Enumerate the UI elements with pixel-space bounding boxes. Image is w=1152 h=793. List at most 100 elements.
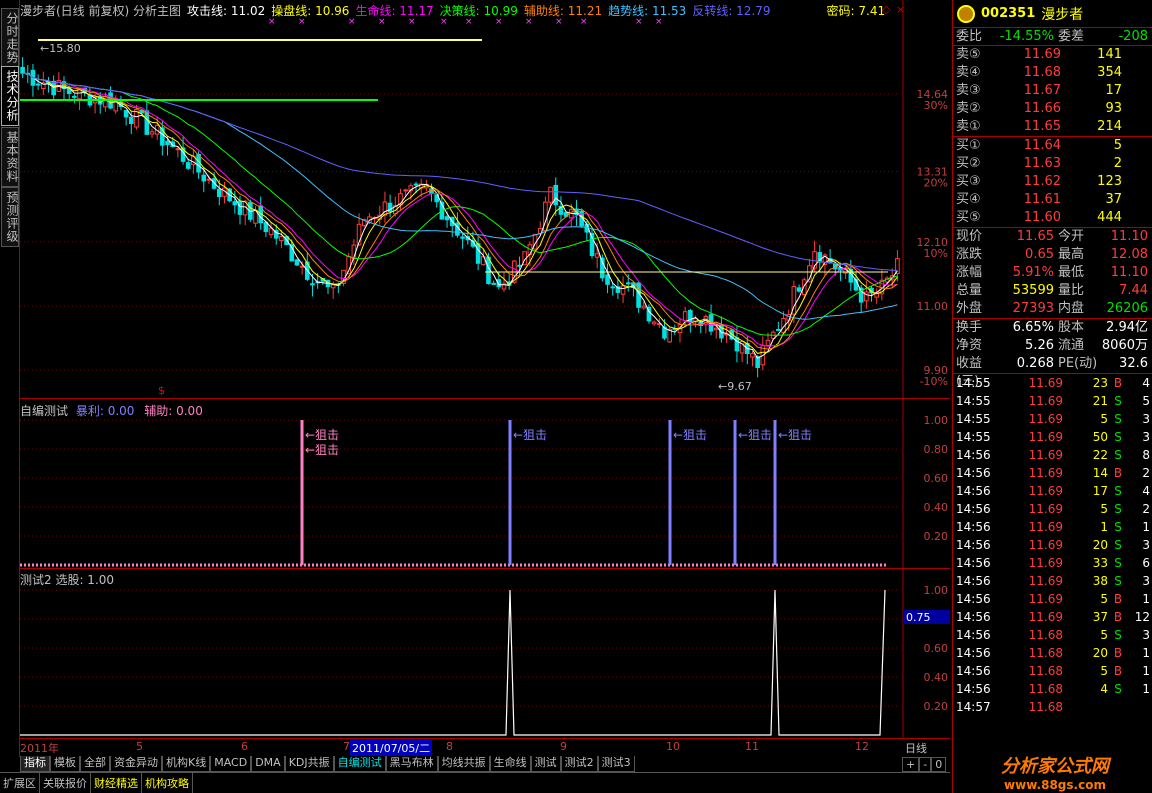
tick-cell: 11.68 <box>1028 628 1063 642</box>
tick-cell: 14:55 <box>956 394 991 408</box>
signal-label: ←狙击 <box>513 428 547 442</box>
x-tick-label: 10 <box>666 740 680 753</box>
x-axis: 2011年 5 6 7 8 9 10 11 12 2011/07/05/二 <box>20 740 950 756</box>
order-size: 354 <box>1097 65 1122 80</box>
tick-cell: 20 <box>1092 538 1108 552</box>
signal-label: ←狙击 <box>673 428 707 442</box>
tick-cell: 11.68 <box>1028 664 1063 678</box>
main-chart-header: 漫步者(日线 前复权) 分析主图 攻击线: 11.02 操盘线: 10.96 生命线:… <box>20 2 891 18</box>
tab-全部[interactable]: 全部 <box>80 756 110 772</box>
order-label: 买③ <box>956 174 981 189</box>
order-row: 卖③ 11.67 17 <box>956 82 1152 100</box>
tick-cell: 11.68 <box>1028 682 1063 696</box>
tick-cell: 11.69 <box>1028 556 1063 570</box>
order-label: 卖③ <box>956 83 981 98</box>
stat-label: 收益(三) <box>956 356 983 389</box>
tick-cell <box>1063 698 1108 716</box>
candle-body <box>201 174 207 182</box>
zoom-button[interactable]: 0 <box>931 757 947 772</box>
moving-average-line <box>22 72 898 336</box>
tab-黑马布林[interactable]: 黑马布林 <box>385 756 438 772</box>
order-price: 11.67 <box>1023 83 1061 98</box>
tick-cell: S <box>1114 556 1122 570</box>
quote-panel: 002351 漫步者 委比 -14.55% 委差 -208 卖⑤ 11.69 141… <box>952 0 1152 793</box>
candle-body <box>548 186 553 203</box>
x-tick-label: 7 <box>343 740 350 753</box>
chart-title: 漫步者(日线 前复权) 分析主图 <box>20 4 181 18</box>
tick-cell: 37 <box>1092 610 1108 624</box>
tab-KDJ共振[interactable]: KDJ共振 <box>284 756 334 772</box>
tab-测试[interactable]: 测试 <box>530 756 561 772</box>
bottom-tab[interactable]: 机构攻略 <box>142 773 193 793</box>
stat-label: 涨跌 <box>956 247 983 262</box>
tick-cell: 11.69 <box>1028 412 1063 426</box>
signal-marker: × <box>655 17 663 27</box>
tab-测试3[interactable]: 测试3 <box>597 756 635 772</box>
tick-row: 14:55 11.69 21 S 5 <box>956 392 1152 410</box>
tick-row: 14:56 11.69 14 B 2 <box>956 464 1152 482</box>
indicator1-chart[interactable]: 1.000.800.600.400.20←狙击←狙击←狙击 ←狙击 ←狙击 ←狙击 <box>20 399 950 569</box>
tab-MACD[interactable]: MACD <box>210 756 252 772</box>
chart-area[interactable]: 14.64 30% 13.31 20% 12.10 10% 11.00 9.90 -10% ←15… <box>20 0 950 756</box>
tick-row: 14:57 11.68 <box>956 698 1152 716</box>
tick-row: 14:56 11.69 5 B 1 <box>956 590 1152 608</box>
tab-自编测试[interactable]: 自编测试 <box>333 756 386 772</box>
tick-cell: 3 <box>1142 538 1150 552</box>
order-size: 2 <box>1113 156 1122 171</box>
tab-均线共振[interactable]: 均线共振 <box>437 756 490 772</box>
tick-cell: S <box>1114 448 1122 462</box>
tick-list[interactable]: 14:55 11.69 23 B 4 14:55 11.69 21 S 5 14:55 11.69 5 S… <box>953 374 1152 716</box>
left-tab[interactable]: 基本资料 <box>1 127 19 187</box>
left-tab[interactable]: 技术分析 <box>1 66 19 126</box>
order-row: 买⑤ 11.60 444 <box>956 209 1152 227</box>
tick-cell: 14:57 <box>956 700 991 714</box>
close-icon[interactable]: × <box>896 3 905 16</box>
bottom-tab[interactable]: 关联报价 <box>40 773 91 793</box>
zoom-button[interactable]: + <box>902 757 920 772</box>
indicator2-chart[interactable]: 1.000.800.600.400.200.75 <box>20 569 950 739</box>
left-tab[interactable]: 分时走势 <box>1 8 19 68</box>
tick-cell: 14:56 <box>956 538 991 552</box>
moving-average-line <box>22 72 898 347</box>
order-price: 11.64 <box>1023 138 1061 153</box>
signal-marker: × <box>555 17 563 27</box>
indicator-tabs: 指标 模板 全部 资金异动 机构K线 MACD DMA KDJ共振 自编测试 黑马布林 均线共振 生命… <box>20 756 950 772</box>
tab-生命线[interactable]: 生命线 <box>489 756 531 772</box>
signal-marker: × <box>298 17 306 27</box>
tab-模板[interactable]: 模板 <box>50 756 80 772</box>
y-tick-label: 1.00 <box>924 584 949 597</box>
tab-DMA[interactable]: DMA <box>251 756 285 772</box>
order-row: 卖⑤ 11.69 141 <box>956 46 1152 64</box>
tick-cell: S <box>1114 412 1122 426</box>
zoom-button[interactable]: - <box>919 757 932 772</box>
indicator-value: 密码: 7.41 <box>826 4 886 18</box>
stat-value: 6.65% <box>1012 320 1054 335</box>
candle-body <box>444 216 450 221</box>
tick-cell: 11.69 <box>1028 448 1063 462</box>
tick-cell: 11.68 <box>1028 700 1063 714</box>
signal-marker: × <box>378 17 386 27</box>
tab-测试2[interactable]: 测试2 <box>560 756 598 772</box>
x-tick-label: 6 <box>241 740 248 753</box>
period-label[interactable]: 日线 <box>905 740 927 756</box>
stat-row: 涨跌 0.65 最高 12.08 <box>956 246 1152 264</box>
x-tick-label: 11 <box>745 740 759 753</box>
tab-指标[interactable]: 指标 <box>20 756 50 772</box>
tick-cell: 2 <box>1142 502 1150 516</box>
quote-stats2: 换手 6.65% 股本 2.94亿 净资 5.26 流通 8060万 收益(三) 0.268 PE(… <box>953 319 1152 389</box>
tab-资金异动[interactable]: 资金异动 <box>110 756 162 772</box>
order-row: 买① 11.64 5 <box>956 137 1152 155</box>
tab-机构K线[interactable]: 机构K线 <box>162 756 211 772</box>
x-tick-label: 5 <box>136 740 143 753</box>
tick-cell: 3 <box>1142 430 1150 444</box>
bottom-tab[interactable]: 财经精选 <box>91 773 142 793</box>
tick-cell: B <box>1113 610 1123 624</box>
candle-body <box>310 283 315 286</box>
y-tick-label: 0.40 <box>924 501 949 514</box>
candle-body <box>594 253 600 258</box>
left-tab[interactable]: 预测评级 <box>1 187 19 247</box>
candle-body <box>279 236 284 242</box>
candle-body <box>517 264 522 267</box>
bottom-tab[interactable]: 扩展区 <box>0 773 40 793</box>
kline-chart[interactable]: 14.6430%13.3120%12.1010%11.009.90-10%←15… <box>20 0 950 400</box>
